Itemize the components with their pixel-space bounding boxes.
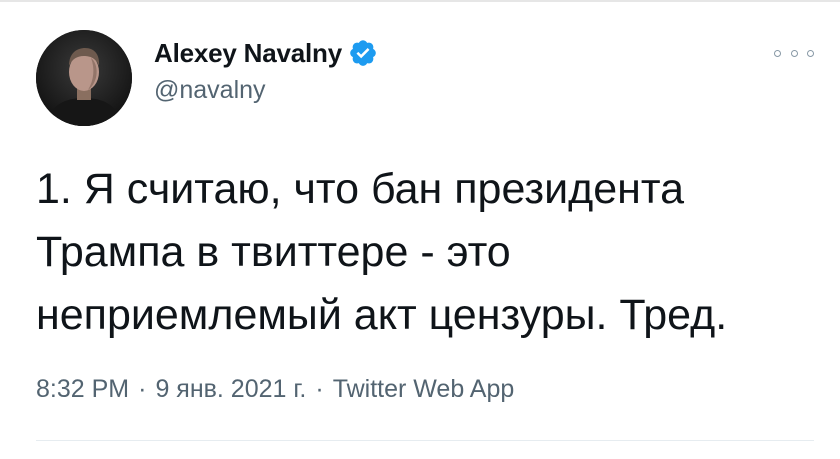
- tweet-text: 1. Я считаю, что бан президента Трампа в…: [36, 165, 728, 339]
- meta-separator: ·: [315, 375, 324, 403]
- tweet-date[interactable]: 9 янв. 2021 г.: [155, 375, 306, 404]
- more-dot: [774, 49, 781, 57]
- tweet-metadata: 8:32 PM · 9 янв. 2021 г. · Twitter Web A…: [36, 375, 514, 404]
- author-avatar[interactable]: [36, 30, 132, 126]
- more-options-icon[interactable]: [774, 42, 814, 64]
- more-dot: [807, 49, 814, 57]
- divider: [36, 440, 814, 441]
- avatar-photo-icon: [36, 30, 132, 126]
- tweet-time[interactable]: 8:32 PM: [36, 375, 129, 404]
- top-border: [0, 0, 840, 2]
- more-dot: [790, 49, 798, 57]
- author-display-name[interactable]: Alexey Navalny: [154, 38, 342, 69]
- author-name-row[interactable]: Alexey Navalny: [154, 36, 378, 70]
- tweet-source[interactable]: Twitter Web App: [333, 375, 515, 404]
- verified-badge-icon: [348, 38, 378, 68]
- author-handle[interactable]: @navalny: [154, 76, 266, 105]
- meta-separator: ·: [138, 375, 147, 403]
